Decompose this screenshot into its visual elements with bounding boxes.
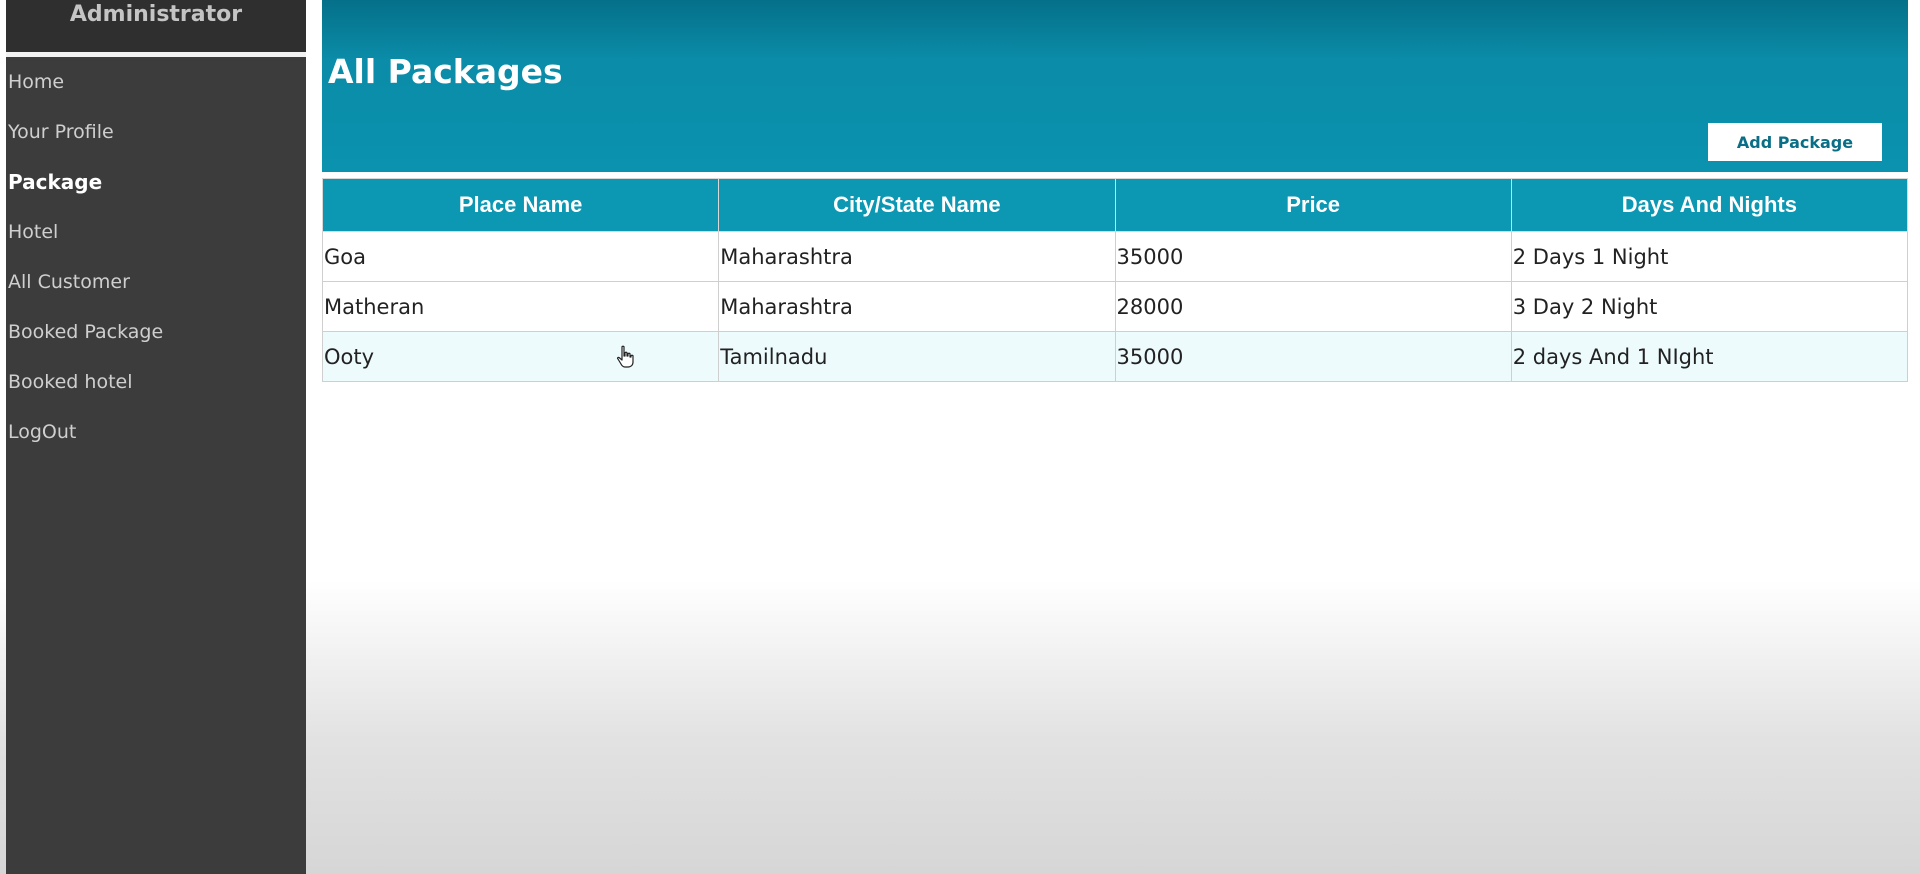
- packages-table: Place Name City/State Name Price Days An…: [321, 178, 1909, 382]
- cell-days-and-nights: 2 Days 1 Night: [1510, 231, 1909, 282]
- table-row[interactable]: Matheran Maharashtra 28000 3 Day 2 Night: [321, 281, 1909, 332]
- sidebar-item-your-profile[interactable]: Your Profile: [6, 107, 306, 157]
- cell-city-state-name: Tamilnadu: [718, 331, 1116, 382]
- column-header-days-and-nights: Days And Nights: [1510, 178, 1909, 232]
- page-title: All Packages: [328, 52, 563, 91]
- cell-days-and-nights: 3 Day 2 Night: [1510, 281, 1909, 332]
- cell-price: 28000: [1114, 281, 1512, 332]
- table-header-row: Place Name City/State Name Price Days An…: [321, 178, 1909, 232]
- column-header-place-name: Place Name: [321, 178, 720, 232]
- sidebar: Administrator Home Your Profile Package …: [6, 0, 306, 874]
- sidebar-item-booked-hotel[interactable]: Booked hotel: [6, 357, 306, 407]
- table-row[interactable]: Goa Maharashtra 35000 2 Days 1 Night: [321, 231, 1909, 282]
- cell-days-and-nights: 2 days And 1 NIght: [1510, 331, 1909, 382]
- table-row[interactable]: Ooty Tamilnadu 35000 2 days And 1 NIght: [321, 331, 1909, 382]
- sidebar-item-logout[interactable]: LogOut: [6, 407, 306, 457]
- packages-table-container: Place Name City/State Name Price Days An…: [321, 178, 1909, 382]
- hand-pointer-icon: [616, 345, 634, 368]
- sidebar-item-package[interactable]: Package: [6, 157, 306, 207]
- cell-place-name: Goa: [321, 231, 720, 282]
- sidebar-title: Administrator: [6, 0, 306, 57]
- add-package-button[interactable]: Add Package: [1708, 123, 1882, 161]
- cell-city-state-name: Maharashtra: [718, 281, 1116, 332]
- page-header: All Packages Add Package: [322, 0, 1908, 172]
- cell-price: 35000: [1114, 231, 1512, 282]
- cell-city-state-name: Maharashtra: [718, 231, 1116, 282]
- column-header-city-state-name: City/State Name: [718, 178, 1116, 232]
- cell-place-name: Ooty: [321, 331, 720, 382]
- sidebar-item-hotel[interactable]: Hotel: [6, 207, 306, 257]
- sidebar-nav: Home Your Profile Package Hotel All Cust…: [6, 57, 306, 457]
- sidebar-item-booked-package[interactable]: Booked Package: [6, 307, 306, 357]
- cell-price: 35000: [1114, 331, 1512, 382]
- sidebar-item-all-customer[interactable]: All Customer: [6, 257, 306, 307]
- cell-place-name: Matheran: [321, 281, 720, 332]
- column-header-price: Price: [1114, 178, 1512, 232]
- sidebar-item-home[interactable]: Home: [6, 57, 306, 107]
